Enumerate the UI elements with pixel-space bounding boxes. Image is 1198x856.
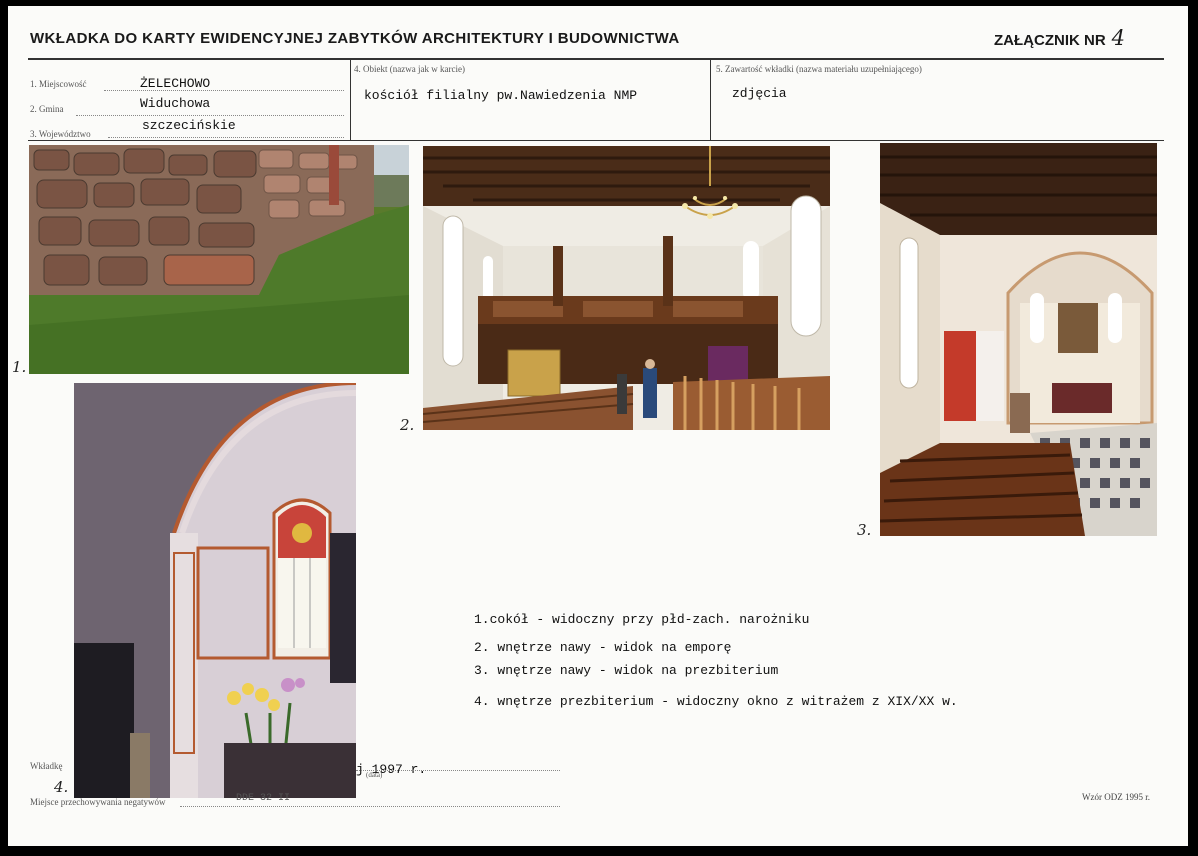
photo-1-image xyxy=(29,145,409,374)
caption-photo-3: 3. wnętrze nawy - widok na prezbiterium xyxy=(474,663,779,678)
photo-3-image xyxy=(880,143,1157,536)
locality-value: ŻELECHOWO xyxy=(140,76,211,91)
photo-3-nave-presbytery xyxy=(880,143,1157,536)
header-rule xyxy=(28,58,1164,60)
photo-2-image xyxy=(423,146,830,430)
commune-label: 2. Gmina xyxy=(30,104,64,114)
photo-1-plinth xyxy=(29,145,409,374)
field-divider-1 xyxy=(350,60,351,140)
photo-3-number: 3. xyxy=(857,521,872,539)
voivodeship-label: 3. Województwo xyxy=(30,129,91,139)
voivodeship-dotted-line xyxy=(108,137,344,138)
photo-4-image xyxy=(74,383,356,798)
photo-4-number: 4. xyxy=(54,778,69,796)
fields-bottom-rule xyxy=(28,140,1164,141)
commune-value: Widuchowa xyxy=(140,96,211,111)
negatives-dotted-line xyxy=(180,806,560,807)
caption-photo-2: 2. wnętrze nawy - widok na emporę xyxy=(474,640,732,655)
annex-label: ZAŁĄCZNIK NR xyxy=(994,32,1106,49)
annex-heading: ZAŁĄCZNIK NR 4 xyxy=(994,26,1125,50)
contents-value: zdjęcia xyxy=(732,86,787,101)
caption-photo-4: 4. wnętrze prezbiterium - widoczny okno … xyxy=(474,694,958,709)
date-small-label: (data) xyxy=(366,771,383,779)
object-label: 4. Obiekt (nazwa jak w karcie) xyxy=(354,64,465,74)
negatives-label: Miejsce przechowywania negatywów xyxy=(30,797,166,807)
contents-label: 5. Zawartość wkładki (nazwa materiału uz… xyxy=(716,64,922,74)
commune-dotted-line xyxy=(76,115,344,116)
photo-2-number: 2. xyxy=(400,416,415,434)
negatives-value: DDE 32 II xyxy=(236,793,291,804)
date-dotted-line xyxy=(356,770,560,771)
photo-2-nave-gallery xyxy=(423,146,830,430)
form-version: Wzór ODZ 1995 r. xyxy=(1082,792,1150,802)
annex-number: 4 xyxy=(1111,26,1126,50)
caption-photo-1: 1.cokół - widoczny przy płd-zach. narożn… xyxy=(474,612,810,627)
voivodeship-value: szczecińskie xyxy=(142,118,236,133)
insert-label: Wkładkę xyxy=(30,761,63,771)
object-value: kościół filialny pw.Nawiedzenia NMP xyxy=(364,88,638,103)
locality-label: 1. Miejscowość xyxy=(30,79,87,89)
photo-1-number: 1. xyxy=(12,358,27,376)
document-title: WKŁADKA DO KARTY EWIDENCYJNEJ ZABYTKÓW A… xyxy=(30,30,680,47)
photo-4-presbytery xyxy=(74,383,356,798)
field-divider-2 xyxy=(710,60,711,140)
